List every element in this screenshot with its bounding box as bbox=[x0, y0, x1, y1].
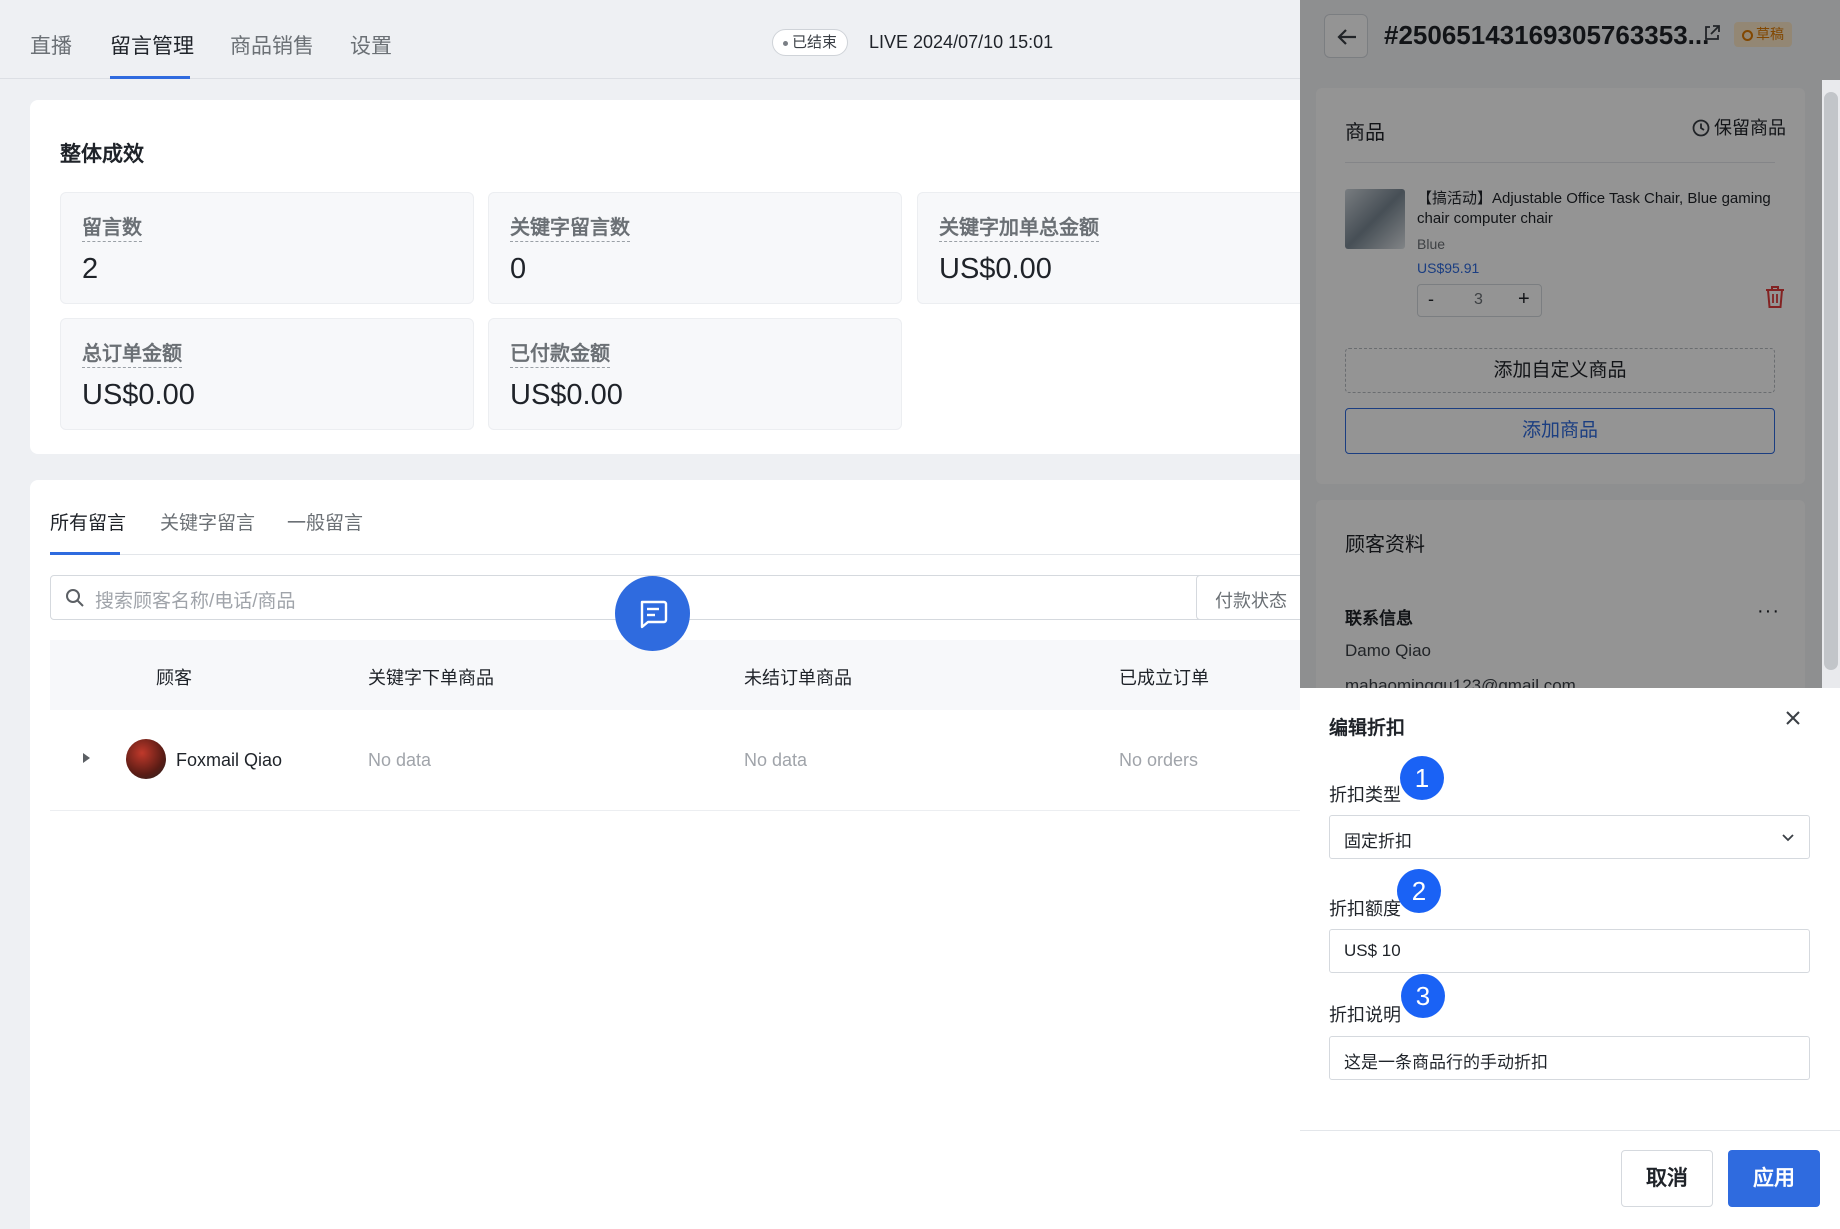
column-customer: 顾客 bbox=[156, 668, 192, 688]
customer-name[interactable]: Foxmail Qiao bbox=[176, 750, 282, 771]
search-input[interactable]: 搜索顾客名称/电话/商品 bbox=[95, 586, 296, 613]
stat-label: 总订单金额 bbox=[82, 337, 182, 368]
chat-button[interactable] bbox=[615, 576, 690, 651]
column-orders: 已成立订单 bbox=[1119, 668, 1209, 688]
dialog-title: 编辑折扣 bbox=[1329, 718, 1406, 739]
stat-label: 关键字留言数 bbox=[510, 211, 630, 242]
orders-cell: No orders bbox=[1119, 750, 1199, 770]
stat-value: US$0.00 bbox=[939, 253, 1052, 285]
discount-amount-label: 折扣额度 bbox=[1329, 899, 1401, 919]
discount-type-select[interactable]: 固定折扣 bbox=[1329, 815, 1810, 859]
nav-tab-product-sales[interactable]: 商品销售 bbox=[230, 30, 314, 60]
discount-type-value: 固定折扣 bbox=[1344, 832, 1412, 851]
tabs-divider bbox=[50, 554, 1330, 555]
stat-value: US$0.00 bbox=[82, 379, 195, 411]
nav-tab-settings[interactable]: 设置 bbox=[350, 30, 392, 60]
top-nav: 直播 留言管理 商品销售 设置 已结束 LIVE 2024/07/10 15:0… bbox=[0, 0, 1300, 79]
stat-value: US$0.00 bbox=[510, 379, 623, 411]
live-status-text: 已结束 bbox=[792, 34, 838, 51]
stat-value: 0 bbox=[510, 253, 527, 285]
expand-row-icon[interactable] bbox=[83, 753, 90, 763]
discount-note-input[interactable]: 这是一条商品行的手动折扣 bbox=[1329, 1036, 1810, 1080]
message-icon bbox=[640, 600, 668, 629]
search-icon bbox=[66, 589, 84, 607]
stat-paid-amount: 已付款金额 US$0.00 bbox=[488, 318, 902, 430]
step-marker-2: 2 bbox=[1397, 869, 1441, 913]
stat-keyword-comment-count: 关键字留言数 0 bbox=[488, 192, 902, 304]
scrollbar-thumb[interactable] bbox=[1824, 92, 1838, 670]
tab-keyword-comments[interactable]: 关键字留言 bbox=[160, 508, 255, 535]
performance-card: 整体成效 留言数 2 关键字留言数 0 关键字加单总金额 US$0.00 总订单… bbox=[30, 100, 1321, 454]
performance-title: 整体成效 bbox=[60, 143, 144, 166]
nav-tab-live[interactable]: 直播 bbox=[30, 30, 72, 60]
dialog-footer-divider bbox=[1300, 1130, 1840, 1131]
stat-label: 已付款金额 bbox=[510, 337, 610, 368]
panel-scrollbar[interactable] bbox=[1822, 80, 1840, 688]
modal-overlay[interactable] bbox=[1300, 0, 1840, 688]
column-keyword-items: 关键字下单商品 bbox=[368, 668, 494, 688]
tab-all-comments[interactable]: 所有留言 bbox=[50, 508, 126, 535]
cancel-button[interactable]: 取消 bbox=[1621, 1150, 1713, 1207]
tab-general-comments[interactable]: 一般留言 bbox=[287, 508, 363, 535]
discount-type-label: 折扣类型 bbox=[1329, 785, 1401, 805]
table-header: 顾客 关键字下单商品 未结订单商品 已成立订单 bbox=[50, 640, 1330, 710]
step-marker-1: 1 bbox=[1400, 756, 1444, 800]
chevron-down-icon bbox=[1782, 834, 1794, 842]
open-items-cell: No data bbox=[744, 750, 808, 770]
column-open-items: 未结订单商品 bbox=[744, 668, 852, 688]
apply-button[interactable]: 应用 bbox=[1728, 1150, 1820, 1207]
stat-keyword-order-total: 关键字加单总金额 US$0.00 bbox=[917, 192, 1321, 304]
avatar bbox=[126, 739, 166, 779]
discount-note-label: 折扣说明 bbox=[1329, 1005, 1401, 1025]
nav-tab-comments[interactable]: 留言管理 bbox=[110, 30, 194, 60]
stat-value: 2 bbox=[82, 253, 99, 285]
step-marker-3: 3 bbox=[1401, 974, 1445, 1018]
nav-active-indicator bbox=[110, 76, 190, 79]
table-row[interactable]: Foxmail Qiao No data No data No orders bbox=[50, 710, 1330, 811]
stat-label: 留言数 bbox=[82, 211, 142, 242]
live-status-badge: 已结束 bbox=[772, 29, 849, 56]
live-time: LIVE 2024/07/10 15:01 bbox=[869, 32, 1054, 52]
stat-comment-count: 留言数 2 bbox=[60, 192, 474, 304]
tab-active-indicator bbox=[50, 552, 120, 555]
keyword-items-cell: No data bbox=[368, 750, 432, 770]
discount-amount-input[interactable]: US$ 10 bbox=[1329, 929, 1810, 973]
stat-total-order-amount: 总订单金额 US$0.00 bbox=[60, 318, 474, 430]
edit-discount-dialog: 编辑折扣 折扣类型 1 固定折扣 折扣额度 2 US$ 10 折扣说明 3 这是… bbox=[1300, 688, 1840, 1229]
close-icon[interactable] bbox=[1782, 707, 1804, 729]
stat-label: 关键字加单总金额 bbox=[939, 211, 1099, 242]
